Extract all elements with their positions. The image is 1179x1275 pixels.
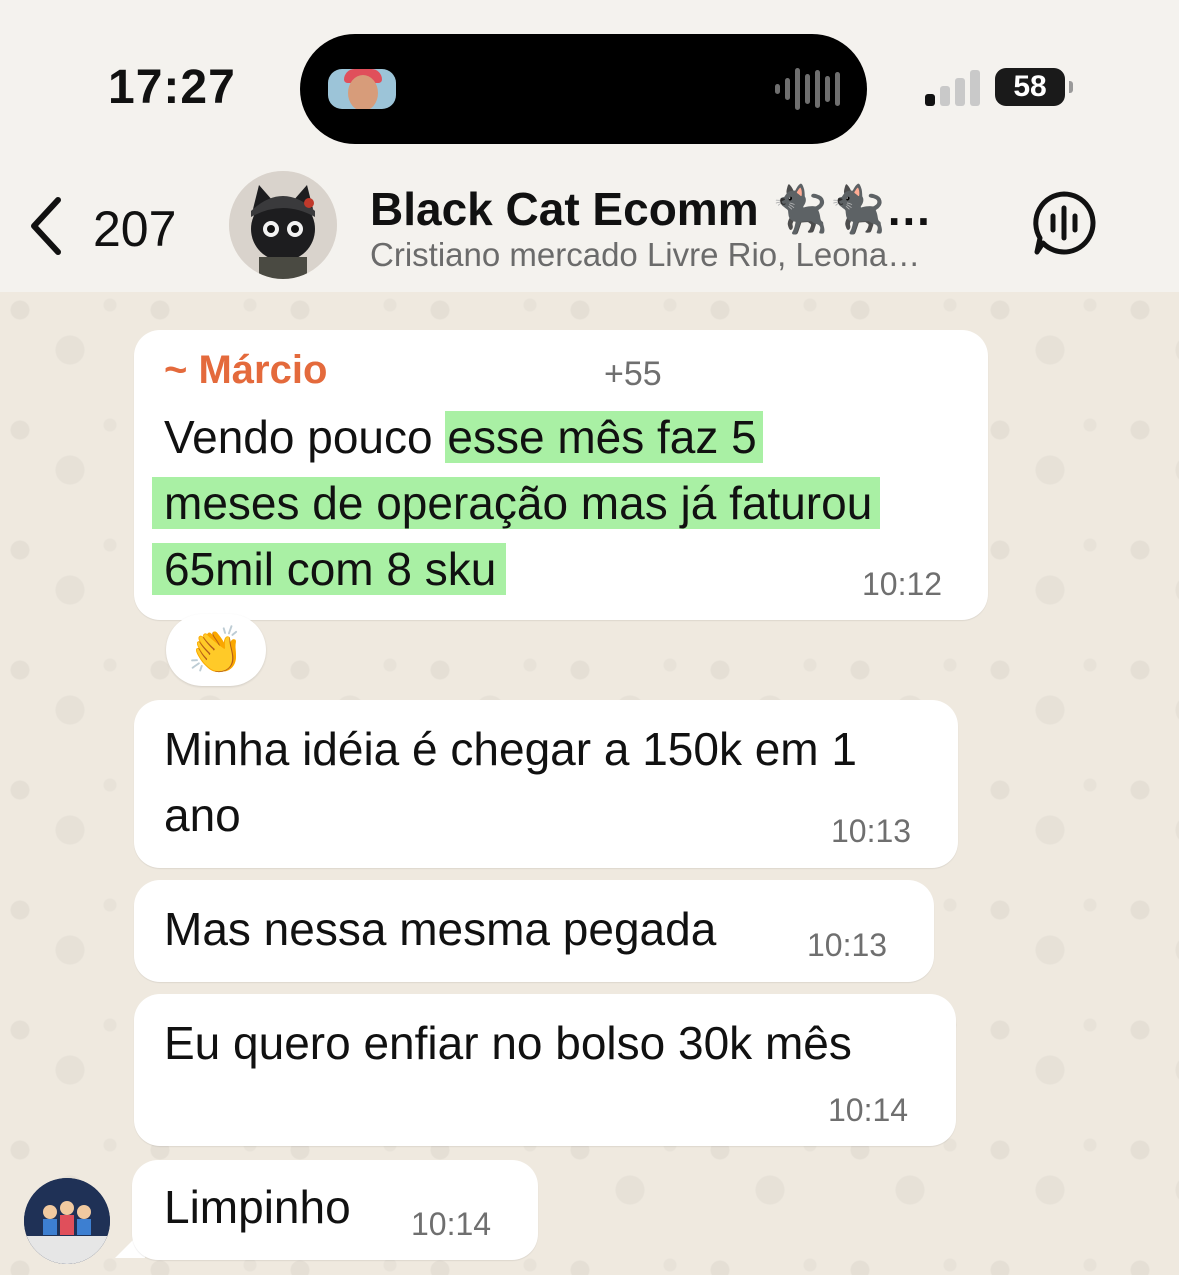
group-avatar[interactable] [229,171,337,279]
clap-reaction-icon[interactable]: 👏 [166,614,266,686]
audio-wave-icon [775,68,841,110]
message-time: 10:14 [411,1206,492,1242]
sender-name[interactable]: ~ Márcio [164,348,327,393]
battery-indicator: 58 [995,68,1073,106]
chevron-left-icon[interactable] [26,196,66,256]
message-text: Mas nessa mesma pegada [164,903,717,955]
message-text: Minha idéia é chegar a 150k em 1 [164,723,857,775]
dynamic-island[interactable] [300,34,867,144]
highlighted-text: esse mês faz 5 [445,411,763,463]
status-time: 17:27 [108,61,236,114]
message-text: 65mil com 8 sku [152,536,507,602]
unread-count[interactable]: 207 [93,200,176,258]
message-text: ano [164,789,241,841]
voice-chat-icon[interactable] [1031,190,1097,256]
message-time: 10:13 [807,927,888,963]
group-members[interactable]: Cristiano mercado Livre Rio, Leona… [370,236,920,274]
message-time: 10:12 [862,566,943,602]
message-text-plain: Vendo pouco [164,411,446,463]
message-time: 10:13 [831,813,912,849]
message-time: 10:14 [828,1092,909,1128]
message-text: Eu quero enfiar no bolso 30k mês [164,1017,852,1069]
sender-avatar[interactable] [24,1178,110,1264]
message-text: meses de operação mas já faturou [152,470,881,536]
highlighted-text: meses de operação mas já faturou [152,477,881,529]
chat-header: 17:27 58 207 [0,0,1179,292]
message-text: Limpinho [164,1181,351,1233]
highlighted-text: 65mil com 8 sku [152,543,507,595]
sender-phone: +55 [604,355,662,393]
live-activity-thumbnail[interactable] [328,69,396,109]
cellular-signal-icon [925,70,981,106]
message-text: Vendo pouco esse mês faz 5 [164,404,763,470]
group-title[interactable]: Black Cat Ecomm 🐈‍⬛🐈‍⬛… [370,182,932,237]
